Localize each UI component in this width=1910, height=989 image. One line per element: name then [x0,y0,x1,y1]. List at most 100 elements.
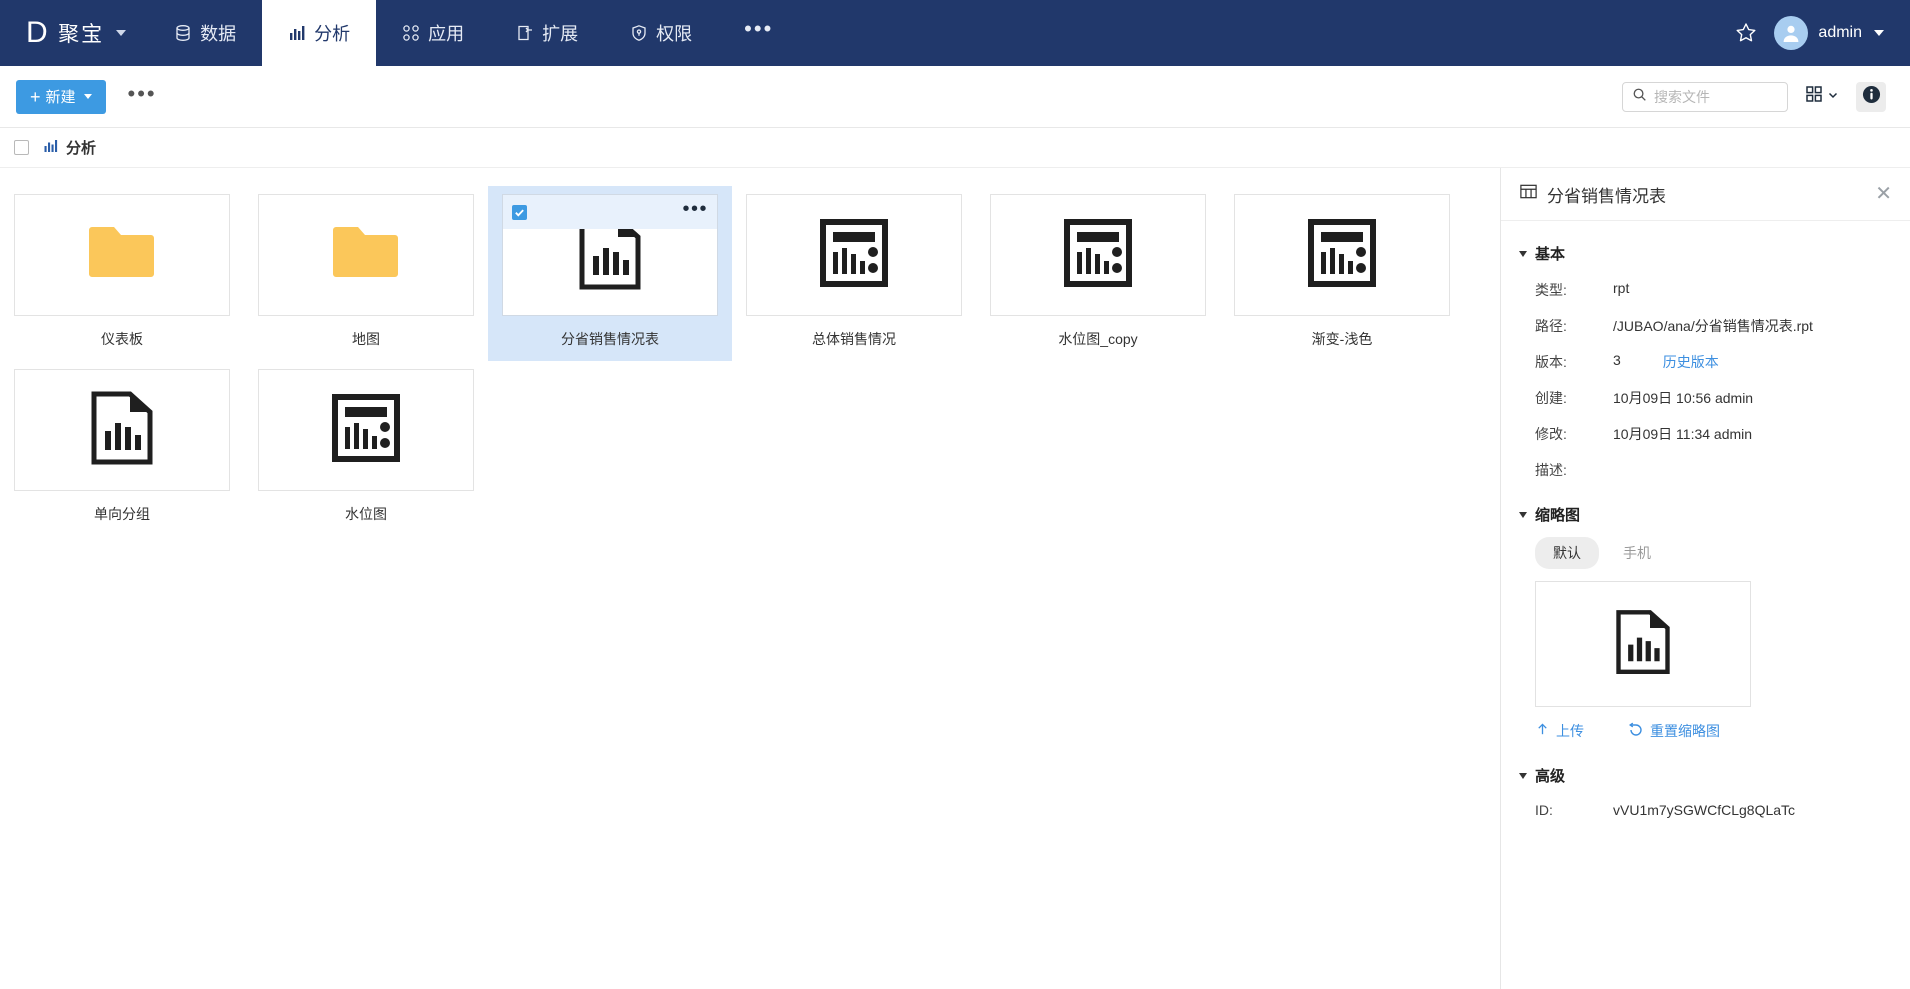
nav-item-label: 数据 [200,24,237,44]
nav-item-permission[interactable]: 权限 [604,0,718,66]
field-created: 创建: 10月09日 10:56 admin [1501,380,1910,416]
body-wrapper: 仪表板 地图 ••• 分省销售情况表 总体销售情况 水位图_copy 渐变-浅色… [0,168,1910,989]
new-button[interactable]: + 新建 [16,79,106,114]
breadcrumb-item-analysis[interactable]: 分析 [43,137,96,158]
grid-view-icon [1805,85,1823,108]
field-label: 修改: [1535,426,1567,442]
nav-right-group: admin [1734,0,1910,66]
dashboard-icon [332,393,400,467]
section-thumbnail-header[interactable]: 缩略图 [1501,488,1910,533]
top-navigation-bar: D 聚宝 数据 分析 应用 扩展 权限 ••• admin [0,0,1910,66]
star-icon[interactable] [1734,21,1758,45]
grid-card-report-province-sales[interactable]: ••• 分省销售情况表 [488,186,732,361]
folder-icon [87,224,157,287]
nav-item-data[interactable]: 数据 [148,0,262,66]
avatar [1774,16,1809,50]
version-value: 3 [1613,352,1621,368]
upload-label: 上传 [1556,723,1584,739]
card-thumbnail [746,194,962,316]
section-advanced-header[interactable]: 高级 [1501,747,1910,794]
field-value-group: 3 历史版本 [1613,352,1719,372]
chevron-down-icon [116,30,127,36]
nav-item-more[interactable]: ••• [718,0,799,66]
card-label: 渐变-浅色 [1311,331,1373,347]
thumbnail-tab-default[interactable]: 默认 [1535,537,1599,569]
close-icon[interactable]: ✕ [1875,184,1892,204]
field-id: ID: vVU1m7ySGWCfCLg8QLaTc [1501,794,1910,826]
bar-chart-icon [43,138,59,158]
toolbar-more-button[interactable]: ••• [128,82,157,104]
reset-icon [1628,722,1644,741]
chevron-down-icon [1827,88,1839,106]
section-thumbnail-label: 缩略图 [1535,507,1581,524]
file-grid: 仪表板 地图 ••• 分省销售情况表 总体销售情况 水位图_copy 渐变-浅色… [0,186,1500,536]
card-label: 地图 [352,331,380,347]
card-label: 分省销售情况表 [561,331,659,347]
report-doc-icon [1615,609,1671,680]
brand-block[interactable]: D 聚宝 [0,0,148,66]
nav-item-extension[interactable]: 扩展 [490,0,604,66]
card-checkbox[interactable] [512,204,527,220]
folder-icon [331,224,401,287]
field-value: rpt [1613,280,1630,296]
detail-title: 分省销售情况表 [1547,186,1666,206]
table-icon [1519,182,1538,206]
grid-card-folder-dashboard[interactable]: 仪表板 [0,186,244,361]
field-label: 创建: [1535,390,1567,406]
user-menu[interactable]: admin [1774,16,1884,50]
detail-panel-body: 基本 类型: rpt 路径: /JUBAO/ana/分省销售情况表.rpt 版本… [1501,221,1910,826]
card-label: 水位图_copy [1058,331,1138,347]
upload-icon [1535,722,1550,740]
search-box[interactable] [1622,81,1835,112]
dashboard-icon [820,218,888,292]
field-value: 10月09日 11:34 admin [1613,426,1753,442]
select-all-checkbox[interactable] [14,140,29,155]
chevron-down-icon [1519,511,1527,518]
brand-logo-icon: D [26,16,49,49]
field-value: /JUBAO/ana/分省销售情况表.rpt [1613,318,1813,334]
card-thumbnail: ••• [502,194,718,316]
card-thumbnail [258,194,474,316]
field-version: 版本: 3 历史版本 [1501,344,1910,380]
thumbnail-actions: 上传 重置缩略图 [1501,707,1910,747]
chevron-down-icon [1519,250,1527,257]
grid-card-dashboard-water-level-copy[interactable]: 水位图_copy [976,186,1220,361]
field-type: 类型: rpt [1501,272,1910,308]
upload-thumbnail-button[interactable]: 上传 [1535,721,1584,741]
brand-name: 聚宝 [58,23,105,46]
card-more-button[interactable]: ••• [682,199,708,219]
grid-card-dashboard-gradient-light[interactable]: 渐变-浅色 [1220,186,1464,361]
detail-title-block: 分省销售情况表 [1519,182,1666,207]
new-button-label: 新建 [45,89,76,106]
info-icon [1862,85,1881,109]
section-basic-header[interactable]: 基本 [1501,235,1910,272]
shield-icon [630,24,648,42]
card-header: ••• [503,195,717,229]
section-advanced-label: 高级 [1535,768,1566,785]
grid-card-folder-map[interactable]: 地图 [244,186,488,361]
nav-item-analysis[interactable]: 分析 [262,0,377,66]
card-thumbnail [14,369,230,491]
detail-panel-header: 分省销售情况表 ✕ [1501,168,1910,221]
section-basic-label: 基本 [1535,246,1566,263]
grid-card-dashboard-total-sales[interactable]: 总体销售情况 [732,186,976,361]
grid-card-report-single-group[interactable]: 单向分组 [0,361,244,536]
extension-icon [516,24,534,42]
info-panel-toggle-button[interactable] [1856,81,1886,112]
bar-chart-icon [288,24,306,42]
breadcrumb: 分析 [0,128,1910,168]
reset-label: 重置缩略图 [1650,723,1720,739]
nav-item-label: 扩展 [542,24,579,44]
nav-item-apps[interactable]: 应用 [376,0,490,66]
reset-thumbnail-button[interactable]: 重置缩略图 [1628,721,1720,741]
grid-card-dashboard-water-level[interactable]: 水位图 [244,361,488,536]
field-description: 描述: [1501,452,1910,488]
chevron-down-icon [1519,772,1527,779]
card-label: 单向分组 [94,506,150,522]
field-path: 路径: /JUBAO/ana/分省销售情况表.rpt [1501,308,1910,344]
chevron-down-icon [1874,30,1884,36]
field-label: 路径: [1535,318,1567,334]
version-history-link[interactable]: 历史版本 [1663,352,1719,372]
thumbnail-tab-mobile[interactable]: 手机 [1605,537,1669,569]
view-mode-toggle[interactable] [1802,82,1842,111]
